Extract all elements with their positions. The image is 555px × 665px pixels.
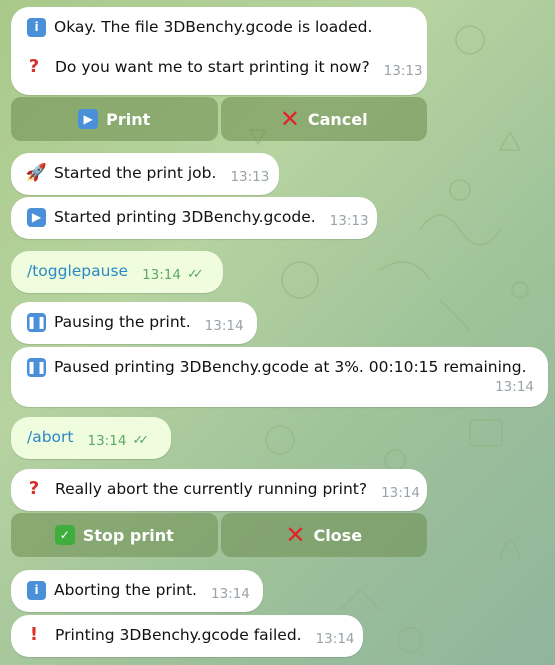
message-pausing: ❚❚ Pausing the print. 13:14 — [11, 302, 257, 344]
read-checkmarks-icon: ✓✓ — [186, 267, 204, 282]
message-time: 13:14 — [495, 379, 534, 395]
inline-keyboard-abort: ✓ Stop print ✕ Close — [11, 513, 427, 557]
info-icon: i — [27, 580, 46, 600]
check-icon: ✓ — [54, 525, 75, 545]
message-outgoing-abort: /abort 13:14 ✓✓ — [11, 417, 171, 459]
message-time: 13:14 — [87, 433, 127, 449]
print-button-label: Print — [106, 109, 151, 129]
question-icon: ? — [28, 478, 40, 499]
message-text: Aborting the print. — [54, 581, 197, 599]
message-time: 13:13 — [383, 63, 423, 79]
message-text: Started printing 3DBenchy.gcode. — [54, 208, 316, 226]
message-text: Okay. The file 3DBenchy.gcode is loaded. — [54, 18, 373, 36]
close-button[interactable]: ✕ Close — [220, 513, 427, 557]
message-time: 13:14 — [204, 318, 244, 334]
play-icon: ▶ — [27, 207, 46, 227]
info-icon: i — [27, 17, 46, 37]
exclamation-icon: ! — [29, 624, 39, 645]
message-text: Printing 3DBenchy.gcode failed. — [55, 626, 302, 644]
command-link[interactable]: /abort — [27, 427, 74, 447]
message-file-loaded: i Okay. The file 3DBenchy.gcode is loade… — [11, 7, 427, 95]
inline-keyboard-print: ▶ Print ✕ Cancel — [11, 97, 427, 141]
message-print-failed: ! Printing 3DBenchy.gcode failed. 13:14 — [11, 615, 363, 657]
message-line: i Okay. The file 3DBenchy.gcode is loade… — [27, 17, 413, 37]
message-time: 13:14 — [210, 586, 250, 602]
close-button-label: Close — [313, 525, 363, 545]
read-checkmarks-icon: ✓✓ — [132, 433, 149, 448]
message-time: 13:14 — [381, 485, 420, 501]
message-text: Do you want me to start printing it now? — [55, 58, 370, 76]
stop-print-button-label: Stop print — [82, 525, 174, 545]
message-time: 13:14 — [315, 631, 355, 647]
message-outgoing-togglepause: /togglepause 13:14 ✓✓ — [11, 251, 223, 293]
play-icon: ▶ — [78, 109, 99, 129]
cross-icon: ✕ — [279, 105, 300, 133]
message-aborting: i Aborting the print. 13:14 — [11, 570, 263, 612]
message-text: Started the print job. — [54, 164, 217, 182]
message-text: Pausing the print. — [54, 313, 191, 331]
pause-icon: ❚❚ — [26, 357, 47, 377]
message-text: Really abort the currently running print… — [55, 480, 368, 498]
message-paused: ❚❚ Paused printing 3DBenchy.gcode at 3%.… — [11, 347, 548, 407]
message-abort-confirm: ? Really abort the currently running pri… — [11, 469, 427, 511]
command-link[interactable]: /togglepause — [27, 261, 128, 281]
message-text: Paused printing 3DBenchy.gcode at 3%. 00… — [54, 358, 527, 376]
message-time: 13:13 — [329, 213, 369, 229]
rocket-icon: 🚀 — [25, 163, 48, 183]
cancel-button[interactable]: ✕ Cancel — [220, 97, 427, 141]
message-line: ? Do you want me to start printing it no… — [27, 56, 423, 80]
message-started-printing: ▶ Started printing 3DBenchy.gcode. 13:13 — [11, 197, 377, 239]
pause-icon: ❚❚ — [26, 312, 47, 332]
cancel-button-label: Cancel — [307, 109, 368, 129]
message-time: 13:13 — [230, 169, 270, 185]
message-started-job: 🚀 Started the print job. 13:13 — [11, 153, 279, 195]
cross-icon: ✕ — [285, 521, 306, 549]
print-button[interactable]: ▶ Print — [11, 97, 218, 141]
stop-print-button[interactable]: ✓ Stop print — [11, 513, 218, 557]
question-icon: ? — [28, 56, 40, 77]
message-time: 13:14 — [142, 267, 181, 283]
